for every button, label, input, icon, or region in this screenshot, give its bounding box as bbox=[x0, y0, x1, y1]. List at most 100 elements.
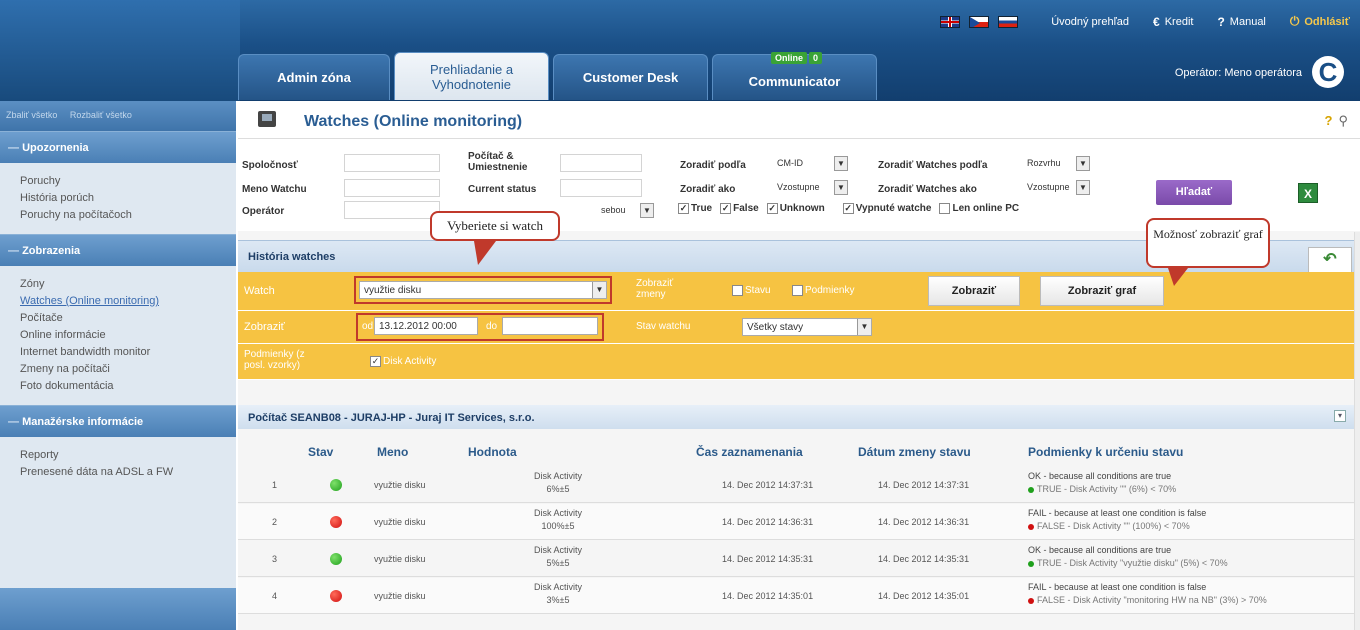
watch-name-input[interactable] bbox=[344, 179, 440, 197]
uk-flag-icon[interactable] bbox=[940, 15, 961, 28]
sort-watches-by-select[interactable]: Rozvrhu ▼ bbox=[1024, 156, 1090, 173]
page-title: Watches (Online monitoring) bbox=[304, 113, 523, 130]
operator-label: Operátor bbox=[242, 206, 285, 217]
value-reading: 5%±5 bbox=[546, 558, 570, 568]
state-checkbox[interactable]: Stavu bbox=[732, 285, 771, 296]
online-only-checkbox[interactable]: Len online PC bbox=[939, 203, 1019, 214]
sidebar-item-faults[interactable]: Poruchy bbox=[20, 173, 236, 190]
watch-state-select[interactable]: Všetky stavy ▼ bbox=[742, 318, 872, 336]
collapse-icon[interactable]: ▾ bbox=[1334, 410, 1346, 422]
sidebar-section-items: Zóny Watches (Online monitoring) Počítač… bbox=[0, 266, 236, 405]
tab-browse-evaluate[interactable]: Prehliadanie a Vyhodnotenie bbox=[394, 52, 549, 100]
chevron-down-icon: ▼ bbox=[857, 319, 871, 335]
disabled-watches-checkbox[interactable]: ✓ Vypnuté watche bbox=[842, 203, 931, 214]
to-date-input[interactable] bbox=[502, 317, 598, 335]
sort-by-select[interactable]: CM-ID ▼ bbox=[774, 156, 848, 173]
watch-select[interactable]: využtie disku ▼ bbox=[359, 281, 607, 299]
condition-detail-text: TRUE - Disk Activity "" (6%) < 70% bbox=[1037, 484, 1177, 494]
status-fail-icon bbox=[330, 590, 342, 602]
euro-icon: € bbox=[1153, 14, 1160, 29]
operator-select-value: sebou bbox=[601, 205, 626, 215]
sidebar-section-items: Reporty Prenesené dáta na ADSL a FW bbox=[0, 437, 236, 491]
collapse-all-link[interactable]: Zbaliť všetko bbox=[6, 110, 57, 120]
cz-flag-icon[interactable] bbox=[969, 15, 990, 28]
disk-activity-label: Disk Activity bbox=[383, 356, 437, 368]
sidebar-section-alerts[interactable]: Upozornenia bbox=[0, 131, 236, 163]
condition-summary: OK - because all conditions are true bbox=[1028, 471, 1172, 481]
show-button[interactable]: Zobraziť bbox=[928, 276, 1020, 306]
sidebar-item-reports[interactable]: Reporty bbox=[20, 447, 236, 464]
operator-input[interactable] bbox=[344, 201, 440, 219]
overview-link[interactable]: Úvodný prehľad bbox=[1051, 16, 1129, 28]
value-reading: 6%±5 bbox=[546, 484, 570, 494]
from-date-input[interactable]: 13.12.2012 00:00 bbox=[374, 317, 478, 335]
sidebar-item-photo-docs[interactable]: Foto dokumentácia bbox=[20, 378, 236, 395]
status-ok-icon bbox=[330, 479, 342, 491]
sidebar: Zbaliť všetko Rozbaliť všetko Upozorneni… bbox=[0, 101, 236, 630]
expand-all-link[interactable]: Rozbaliť všetko bbox=[70, 110, 132, 120]
operator-select[interactable]: sebou ▼ bbox=[598, 203, 654, 220]
credit-link[interactable]: € Kredit bbox=[1153, 15, 1193, 29]
online-only-label: Len online PC bbox=[952, 203, 1020, 215]
sidebar-item-watches[interactable]: Watches (Online monitoring) bbox=[20, 293, 236, 310]
tab-customer-desk[interactable]: Customer Desk bbox=[553, 54, 708, 100]
sidebar-item-computer-changes[interactable]: Zmeny na počítači bbox=[20, 361, 236, 378]
excel-export-icon[interactable]: X bbox=[1298, 183, 1318, 203]
help-icon[interactable]: ? bbox=[1325, 113, 1333, 128]
online-badge: Online 0 bbox=[771, 52, 823, 64]
sidebar-item-zones[interactable]: Zóny bbox=[20, 276, 236, 293]
computer-input[interactable] bbox=[560, 154, 642, 172]
sk-flag-icon[interactable] bbox=[998, 15, 1019, 28]
condition-status-icon bbox=[1028, 560, 1034, 567]
condition-detail-text: TRUE - Disk Activity "využtie disku" (5%… bbox=[1037, 558, 1228, 568]
sidebar-footer bbox=[0, 588, 236, 630]
sidebar-item-bandwidth[interactable]: Internet bandwidth monitor bbox=[20, 344, 236, 361]
logout-link[interactable]: ⏻ Odhlásiť bbox=[1290, 14, 1350, 29]
false-checkbox[interactable]: ✓ False bbox=[720, 203, 759, 214]
unknown-checkbox[interactable]: ✓ Unknown bbox=[766, 203, 825, 215]
search-icon[interactable]: ⚲ bbox=[1338, 113, 1348, 128]
sort-watches-as-value: Vzostupne bbox=[1027, 182, 1070, 192]
sort-watches-as-select[interactable]: Vzostupne ▼ bbox=[1024, 180, 1090, 197]
back-arrow-icon[interactable]: ↶ bbox=[1308, 247, 1352, 273]
conditions-checkbox[interactable]: Podmienky bbox=[792, 285, 854, 296]
value-metric: Disk Activity bbox=[533, 545, 582, 555]
disk-activity-checkbox[interactable]: ✓ Disk Activity bbox=[370, 356, 436, 367]
tab-label: Customer Desk bbox=[582, 70, 679, 85]
top-header: Úvodný prehľad € Kredit ? Manual ⏻ Odhlásiť… bbox=[0, 0, 1360, 101]
show-changes-label: Zobraziť zmeny bbox=[636, 278, 674, 300]
manual-link[interactable]: ? Manual bbox=[1217, 15, 1265, 29]
condition-detail: TRUE - Disk Activity "využtie disku" (5%… bbox=[1028, 558, 1228, 568]
checkbox-checked-icon: ✓ bbox=[720, 203, 732, 214]
watch-name: využtie disku bbox=[374, 480, 426, 490]
callout-pick-watch: Vyberiete si watch bbox=[430, 211, 560, 265]
sidebar-item-fault-history[interactable]: História porúch bbox=[20, 190, 236, 207]
sidebar-section-views[interactable]: Zobrazenia bbox=[0, 234, 236, 266]
sort-by-value: CM-ID bbox=[777, 158, 803, 168]
condition-status-icon bbox=[1028, 523, 1034, 530]
condition-detail-text: FALSE - Disk Activity "" (100%) < 70% bbox=[1037, 521, 1190, 531]
chevron-down-icon: ▼ bbox=[834, 156, 848, 171]
tab-communicator[interactable]: Online 0 Communicator bbox=[712, 52, 877, 100]
company-input[interactable] bbox=[344, 154, 440, 172]
sidebar-item-online-info[interactable]: Online informácie bbox=[20, 327, 236, 344]
col-header-name: Meno bbox=[377, 445, 409, 459]
sidebar-item-adsl-data[interactable]: Prenesené dáta na ADSL a FW bbox=[20, 464, 236, 481]
search-button[interactable]: Hľadať bbox=[1156, 180, 1232, 205]
sort-as-select[interactable]: Vzostupne ▼ bbox=[774, 180, 848, 197]
unknown-checkbox-label: Unknown bbox=[779, 203, 825, 215]
scrollbar[interactable] bbox=[1354, 232, 1360, 630]
sidebar-item-computers[interactable]: Počítače bbox=[20, 310, 236, 327]
value-reading: 100%±5 bbox=[541, 521, 575, 531]
true-checkbox[interactable]: ✓ True bbox=[678, 203, 712, 214]
sidebar-item-computer-faults[interactable]: Poruchy na počítačoch bbox=[20, 207, 236, 224]
chevron-down-icon: ▼ bbox=[1076, 156, 1090, 171]
current-status-input[interactable] bbox=[560, 179, 642, 197]
sidebar-section-management[interactable]: Manažérske informácie bbox=[0, 405, 236, 437]
condition-summary: OK - because all conditions are true bbox=[1028, 545, 1172, 555]
show-graph-button[interactable]: Zobraziť graf bbox=[1040, 276, 1164, 306]
condition-detail: TRUE - Disk Activity "" (6%) < 70% bbox=[1028, 484, 1176, 494]
sort-watches-by-value: Rozvrhu bbox=[1027, 158, 1061, 168]
logout-link-label: Odhlásiť bbox=[1304, 15, 1350, 28]
tab-admin-zone[interactable]: Admin zóna bbox=[238, 54, 390, 100]
